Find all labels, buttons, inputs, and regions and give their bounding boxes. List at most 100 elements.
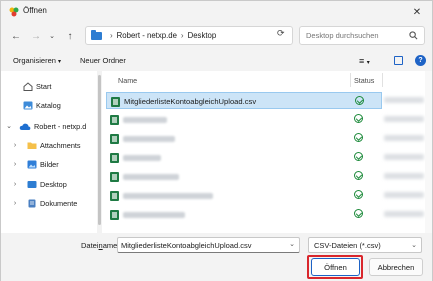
address-bar[interactable]: › Robert - netxp.de › Desktop xyxy=(85,26,293,45)
forward-button[interactable]: → xyxy=(29,30,43,42)
synced-status-icon xyxy=(354,171,363,180)
file-list-scrollbar[interactable] xyxy=(425,71,432,233)
home-icon xyxy=(23,81,33,91)
column-name[interactable]: Name xyxy=(118,76,137,85)
sidebar-item-label: Robert - netxp.d xyxy=(34,121,87,131)
redacted-column xyxy=(384,211,424,217)
search-input[interactable] xyxy=(300,27,408,44)
chevron-right-icon[interactable]: › xyxy=(11,181,19,188)
folder-icon xyxy=(27,142,37,149)
filename-combobox[interactable]: ⌄ xyxy=(117,237,300,253)
sidebar-item-dokumente[interactable]: › Dokumente xyxy=(1,194,97,212)
window-title: Öffnen xyxy=(23,6,47,15)
synced-status-icon xyxy=(354,190,363,199)
breadcrumb-separator-icon: › xyxy=(180,31,184,40)
cancel-button[interactable]: Abbrechen xyxy=(369,258,423,276)
file-row[interactable] xyxy=(106,187,382,204)
redacted-file-name xyxy=(123,136,175,142)
file-row[interactable] xyxy=(106,130,382,147)
sidebar-item-label: Desktop xyxy=(40,179,67,189)
breadcrumb-separator-icon: › xyxy=(110,31,113,40)
chevron-down-icon[interactable]: ⌄ xyxy=(289,240,295,248)
file-row[interactable] xyxy=(106,149,382,166)
help-icon[interactable]: ? xyxy=(415,55,426,66)
chevron-right-icon[interactable]: › xyxy=(11,200,19,207)
synced-status-icon xyxy=(354,152,363,161)
redacted-file-name xyxy=(123,193,213,199)
filename-input[interactable] xyxy=(118,238,286,252)
sidebar-item-attachments[interactable]: › Attachments xyxy=(1,136,97,154)
file-row[interactable] xyxy=(106,206,382,223)
command-bar: Organisieren ▾ Neuer Ordner ≡ ▾ ? xyxy=(1,51,432,71)
close-icon: ✕ xyxy=(412,6,422,18)
recent-locations-button[interactable]: ⌄ xyxy=(45,30,59,42)
file-row[interactable] xyxy=(106,111,382,128)
sidebar-item-desktop[interactable]: › Desktop xyxy=(1,175,97,193)
preview-pane-icon[interactable] xyxy=(394,56,403,65)
arrow-up-icon: ↑ xyxy=(67,30,73,42)
filename-label: Dateiname: xyxy=(81,241,119,250)
sidebar-item-start[interactable]: Start xyxy=(1,77,97,95)
file-name: MitgliederlisteKontoabgleichUpload.csv xyxy=(124,97,257,106)
search-icon xyxy=(409,31,418,40)
open-button[interactable]: Öffnen xyxy=(311,258,360,276)
redacted-file-name xyxy=(123,155,161,161)
sidebar-item-label: Start xyxy=(36,81,52,91)
pictures-icon xyxy=(27,160,37,168)
filename-label-prefix: Datei xyxy=(81,241,99,250)
refresh-icon[interactable]: ⟳ xyxy=(277,28,285,39)
breadcrumb-item-desktop[interactable]: Desktop xyxy=(188,31,217,40)
redacted-file-name xyxy=(123,212,185,218)
synced-status-icon xyxy=(354,133,363,142)
chevron-right-icon[interactable]: › xyxy=(11,142,19,149)
synced-status-icon xyxy=(354,114,363,123)
sidebar-item-bilder[interactable]: › Bilder xyxy=(1,155,97,173)
redacted-column xyxy=(384,173,424,179)
column-status[interactable]: Status xyxy=(354,76,374,85)
dialog-footer: Dateiname: ⌄ CSV-Dateien (*.csv) ⌄ Öffne… xyxy=(1,233,432,281)
main-area: Start Katalog ⌄ Robert - netxp.d › Attac… xyxy=(1,71,432,233)
close-button[interactable]: ✕ xyxy=(408,4,426,20)
redacted-column xyxy=(384,154,424,160)
sidebar-scrollbar[interactable] xyxy=(97,71,102,233)
filetype-value: CSV-Dateien (*.csv) xyxy=(314,240,381,250)
chevron-down-icon: ⌄ xyxy=(411,242,417,249)
chevron-right-icon[interactable]: › xyxy=(11,161,19,168)
back-button[interactable]: ← xyxy=(9,30,23,42)
excel-file-icon xyxy=(111,97,120,107)
desktop-icon xyxy=(27,180,37,188)
excel-file-icon xyxy=(110,191,119,201)
excel-file-icon xyxy=(110,115,119,125)
sidebar-item-onedrive[interactable]: ⌄ Robert - netxp.d xyxy=(1,117,97,135)
gallery-icon xyxy=(23,101,33,109)
organize-button[interactable]: Organisieren ▾ xyxy=(13,56,61,65)
title-bar: Öffnen ✕ xyxy=(1,1,432,23)
redacted-column xyxy=(384,135,424,141)
column-divider[interactable] xyxy=(382,73,383,87)
column-header: Name Status xyxy=(104,71,432,89)
chevron-down-icon: ⌄ xyxy=(49,33,55,40)
excel-file-icon xyxy=(110,210,119,220)
redacted-file-name xyxy=(123,174,179,180)
up-button[interactable]: ↑ xyxy=(63,30,77,42)
search-box[interactable] xyxy=(299,26,425,45)
redacted-column xyxy=(384,97,424,103)
view-options-icon[interactable]: ≡ ▾ xyxy=(359,56,370,66)
navigation-bar: ← → ⌄ ↑ › Robert - netxp.de › Desktop ⟳ xyxy=(1,23,432,49)
sidebar-item-katalog[interactable]: Katalog xyxy=(1,96,97,114)
app-icon xyxy=(9,7,19,17)
chevron-down-icon[interactable]: ⌄ xyxy=(5,122,13,130)
filetype-select[interactable]: CSV-Dateien (*.csv) ⌄ xyxy=(308,237,422,253)
sidebar-item-label: Bilder xyxy=(40,159,59,169)
excel-file-icon xyxy=(110,153,119,163)
column-divider[interactable] xyxy=(350,73,351,87)
arrow-left-icon: ← xyxy=(11,30,21,42)
file-row-selected[interactable]: MitgliederlisteKontoabgleichUpload.csv xyxy=(106,92,382,109)
file-row[interactable] xyxy=(106,168,382,185)
dropdown-arrow-icon: ▾ xyxy=(58,59,62,65)
redacted-column xyxy=(384,192,424,198)
scrollbar-thumb[interactable] xyxy=(98,75,101,225)
breadcrumb-item-onedrive[interactable]: Robert - netxp.de xyxy=(117,31,177,40)
new-folder-button[interactable]: Neuer Ordner xyxy=(80,56,126,65)
synced-status-icon xyxy=(355,96,364,105)
